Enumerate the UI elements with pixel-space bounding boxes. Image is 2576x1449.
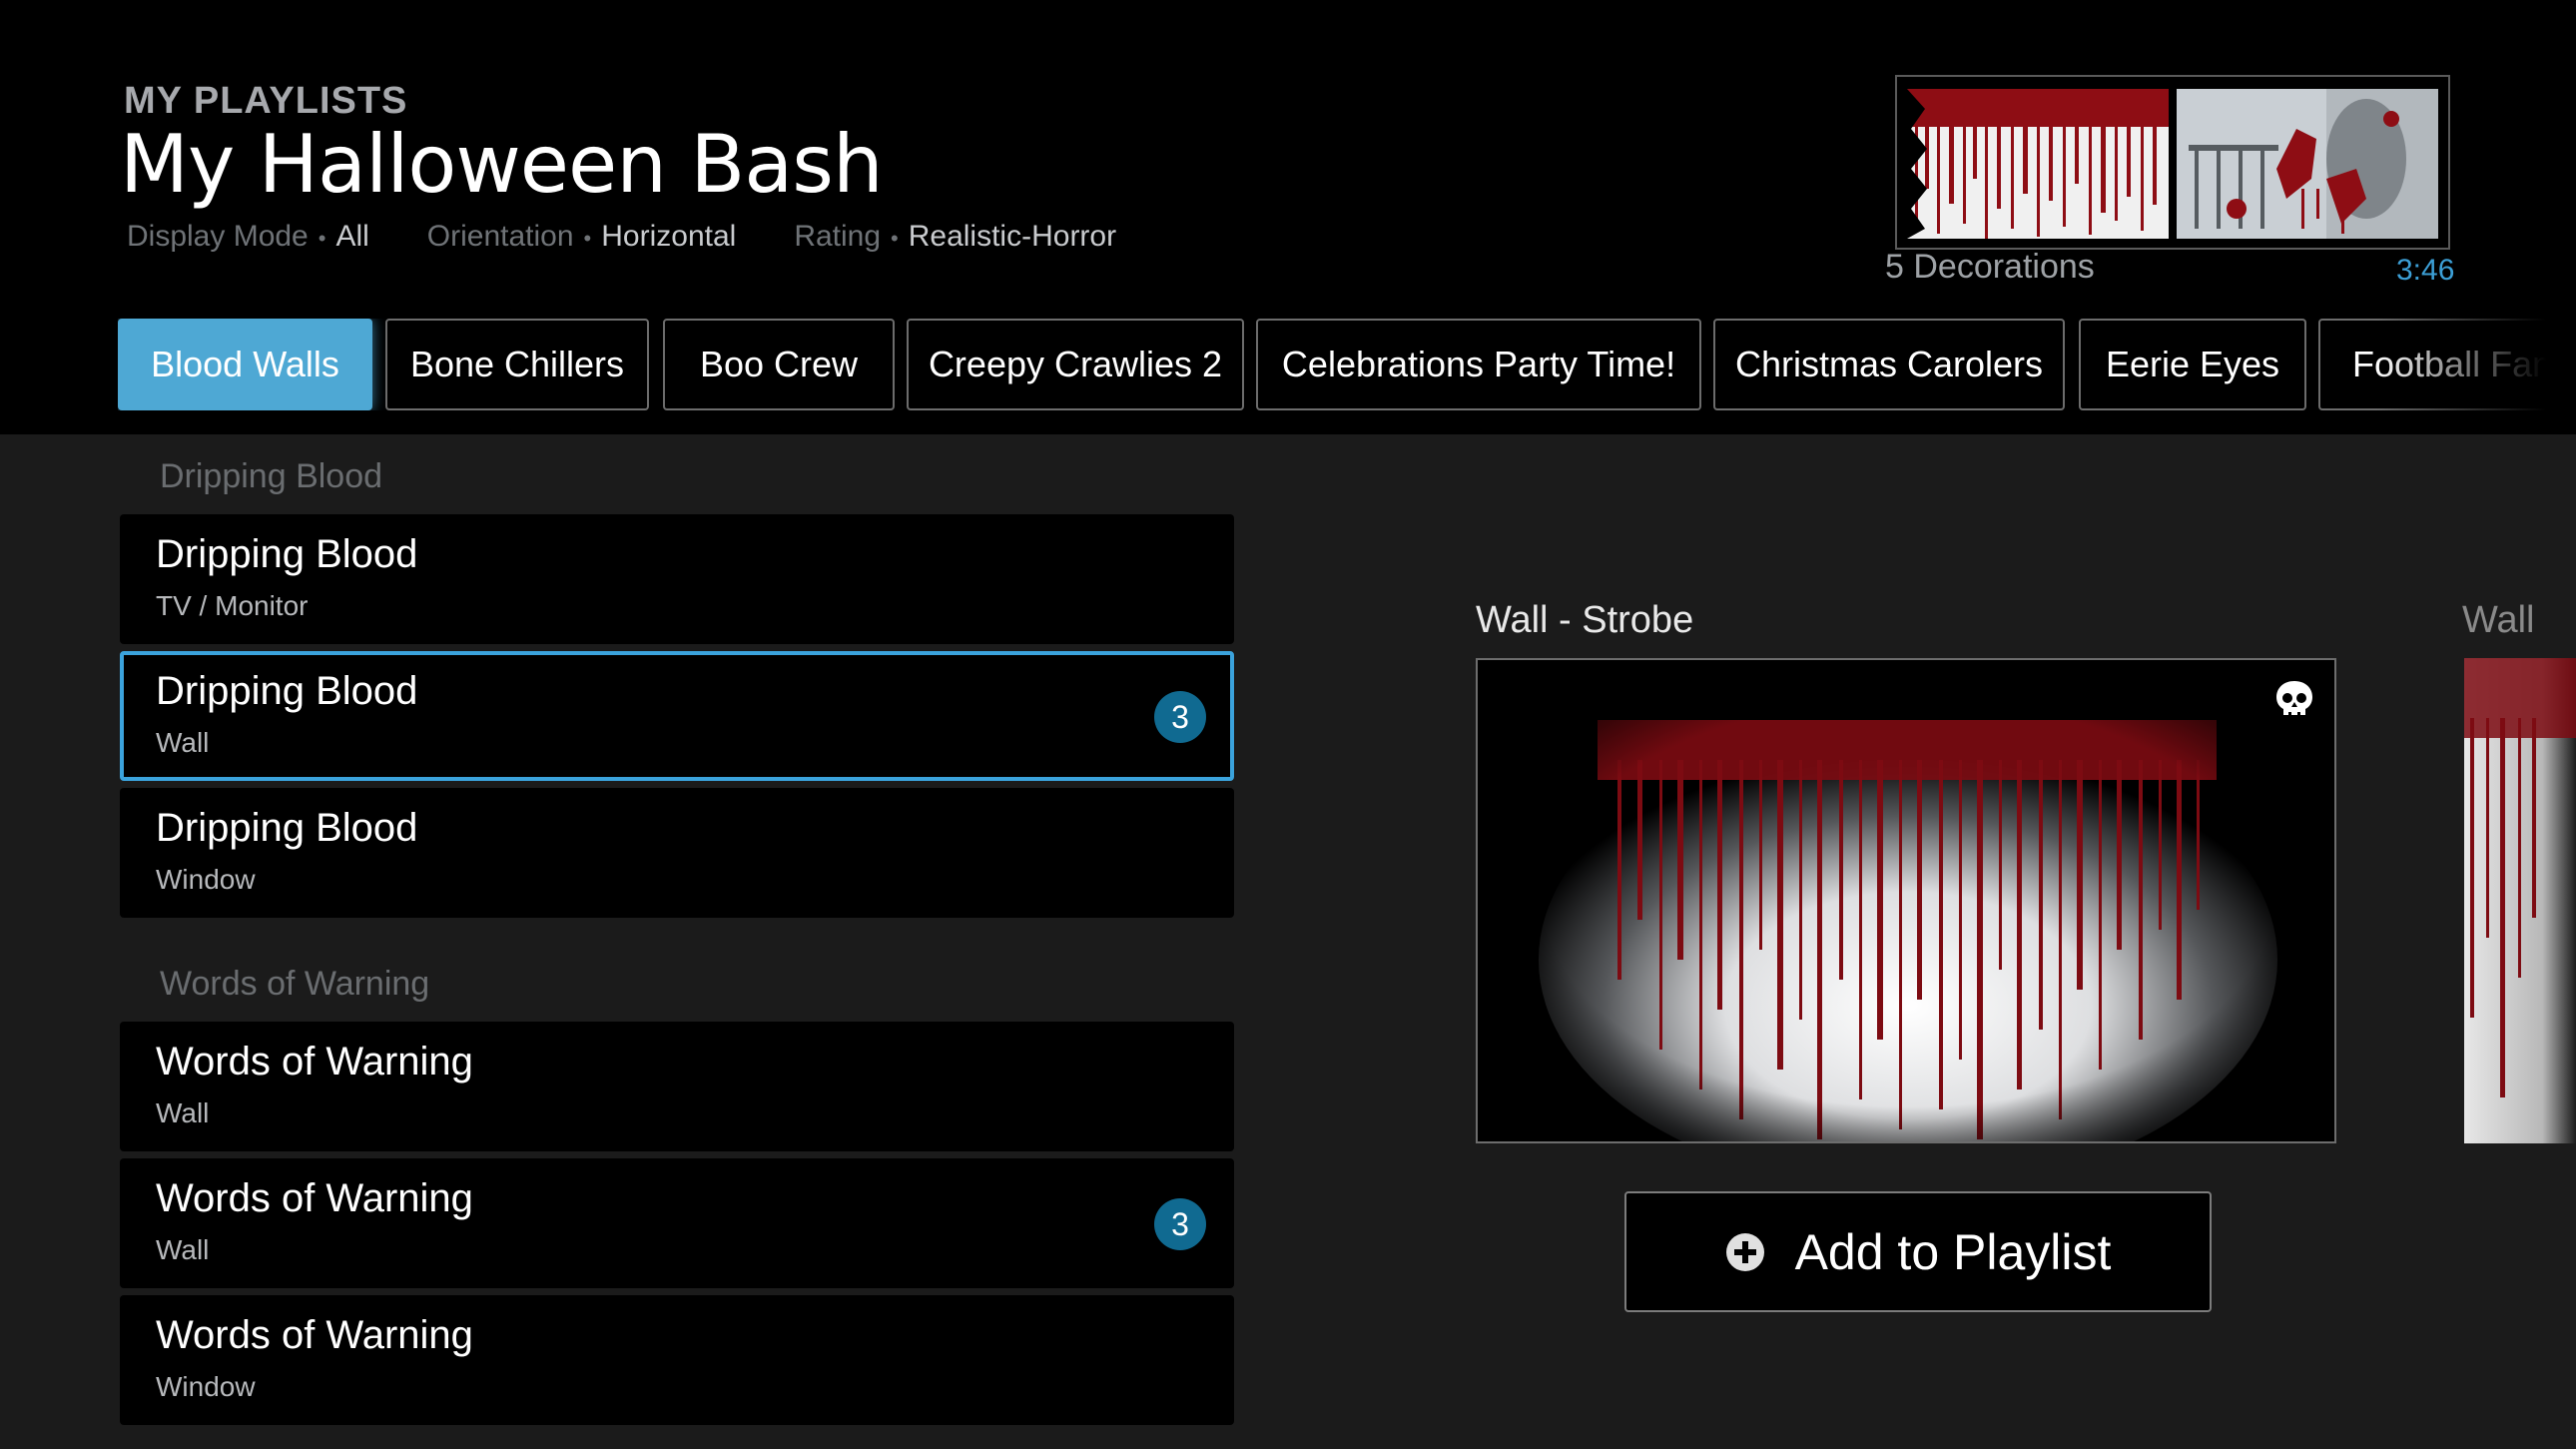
meta-rating: Rating • Realistic-Horror xyxy=(794,220,1117,253)
item-placement: Window xyxy=(156,864,256,895)
playlist-title: My Halloween Bash xyxy=(120,118,884,211)
detail-title: Wall - Strobe xyxy=(1476,599,1694,641)
count-badge: 3 xyxy=(1154,691,1206,743)
list-item[interactable]: Words of Warning Wall 3 xyxy=(120,1158,1234,1288)
next-decoration-preview[interactable] xyxy=(2464,658,2576,1143)
item-placement: Wall xyxy=(156,1234,210,1265)
tab-bone-chillers[interactable]: Bone Chillers xyxy=(385,319,649,410)
preview-thumb-bloody-handprints xyxy=(2177,89,2438,239)
tab-eerie-eyes[interactable]: Eerie Eyes xyxy=(2079,319,2306,410)
add-to-playlist-label: Add to Playlist xyxy=(1794,1223,2112,1280)
section-title: Dripping Blood xyxy=(160,457,383,495)
list-item[interactable]: Dripping Blood Window xyxy=(120,788,1234,918)
list-item[interactable]: Dripping Blood TV / Monitor xyxy=(120,514,1234,644)
next-detail-title: Wall xyxy=(2462,599,2535,641)
list-item[interactable]: Words of Warning Wall xyxy=(120,1022,1234,1151)
meta-label: Display Mode xyxy=(127,220,309,253)
decorations-count: 5 Decorations xyxy=(1885,248,2095,286)
tab-boo-crew[interactable]: Boo Crew xyxy=(663,319,895,410)
meta-orientation: Orientation • Horizontal xyxy=(426,220,737,253)
meta-display-mode: Display Mode • All xyxy=(127,220,369,253)
meta-value: All xyxy=(335,220,369,253)
add-to-playlist-button[interactable]: Add to Playlist xyxy=(1624,1191,2212,1312)
item-placement: Window xyxy=(156,1371,256,1402)
count-badge: 3 xyxy=(1154,1198,1206,1250)
item-placement: TV / Monitor xyxy=(156,590,309,621)
category-tabs: Blood Walls Bone Chillers Boo Crew Creep… xyxy=(118,319,2576,410)
item-name: Words of Warning xyxy=(156,1176,473,1220)
header: MY PLAYLISTS My Halloween Bash Display M… xyxy=(0,0,2576,434)
item-name: Dripping Blood xyxy=(156,669,418,713)
list-item-selected[interactable]: Dripping Blood Wall 3 xyxy=(120,651,1234,781)
item-name: Words of Warning xyxy=(156,1040,473,1084)
tab-christmas-carolers[interactable]: Christmas Carolers xyxy=(1713,319,2065,410)
playlist-preview[interactable] xyxy=(1895,75,2450,250)
playlist-meta: Display Mode • All Orientation • Horizontal … xyxy=(127,220,1116,254)
decoration-preview[interactable] xyxy=(1476,658,2336,1143)
plus-circle-icon xyxy=(1725,1232,1764,1271)
item-name: Dripping Blood xyxy=(156,806,418,850)
preview-thumb-dripping-blood xyxy=(1907,89,2169,239)
item-placement: Wall xyxy=(156,1097,210,1128)
meta-label: Orientation xyxy=(426,220,574,253)
list-item[interactable]: Words of Warning Window xyxy=(120,1295,1234,1425)
tab-celebrations-party-time[interactable]: Celebrations Party Time! xyxy=(1256,319,1701,410)
item-name: Words of Warning xyxy=(156,1313,473,1357)
item-name: Dripping Blood xyxy=(156,532,418,576)
section-title: Words of Warning xyxy=(160,965,430,1003)
tab-creepy-crawlies-2[interactable]: Creepy Crawlies 2 xyxy=(907,319,1244,410)
meta-value: Realistic-Horror xyxy=(908,220,1117,253)
tabs-fade xyxy=(2376,319,2576,410)
playlist-duration: 3:46 xyxy=(2396,254,2455,287)
meta-label: Rating xyxy=(794,220,882,253)
tab-blood-walls[interactable]: Blood Walls xyxy=(118,319,372,410)
meta-value: Horizontal xyxy=(601,220,737,253)
skull-icon xyxy=(2276,681,2312,715)
page-kicker: MY PLAYLISTS xyxy=(124,80,408,122)
item-placement: Wall xyxy=(156,727,210,758)
